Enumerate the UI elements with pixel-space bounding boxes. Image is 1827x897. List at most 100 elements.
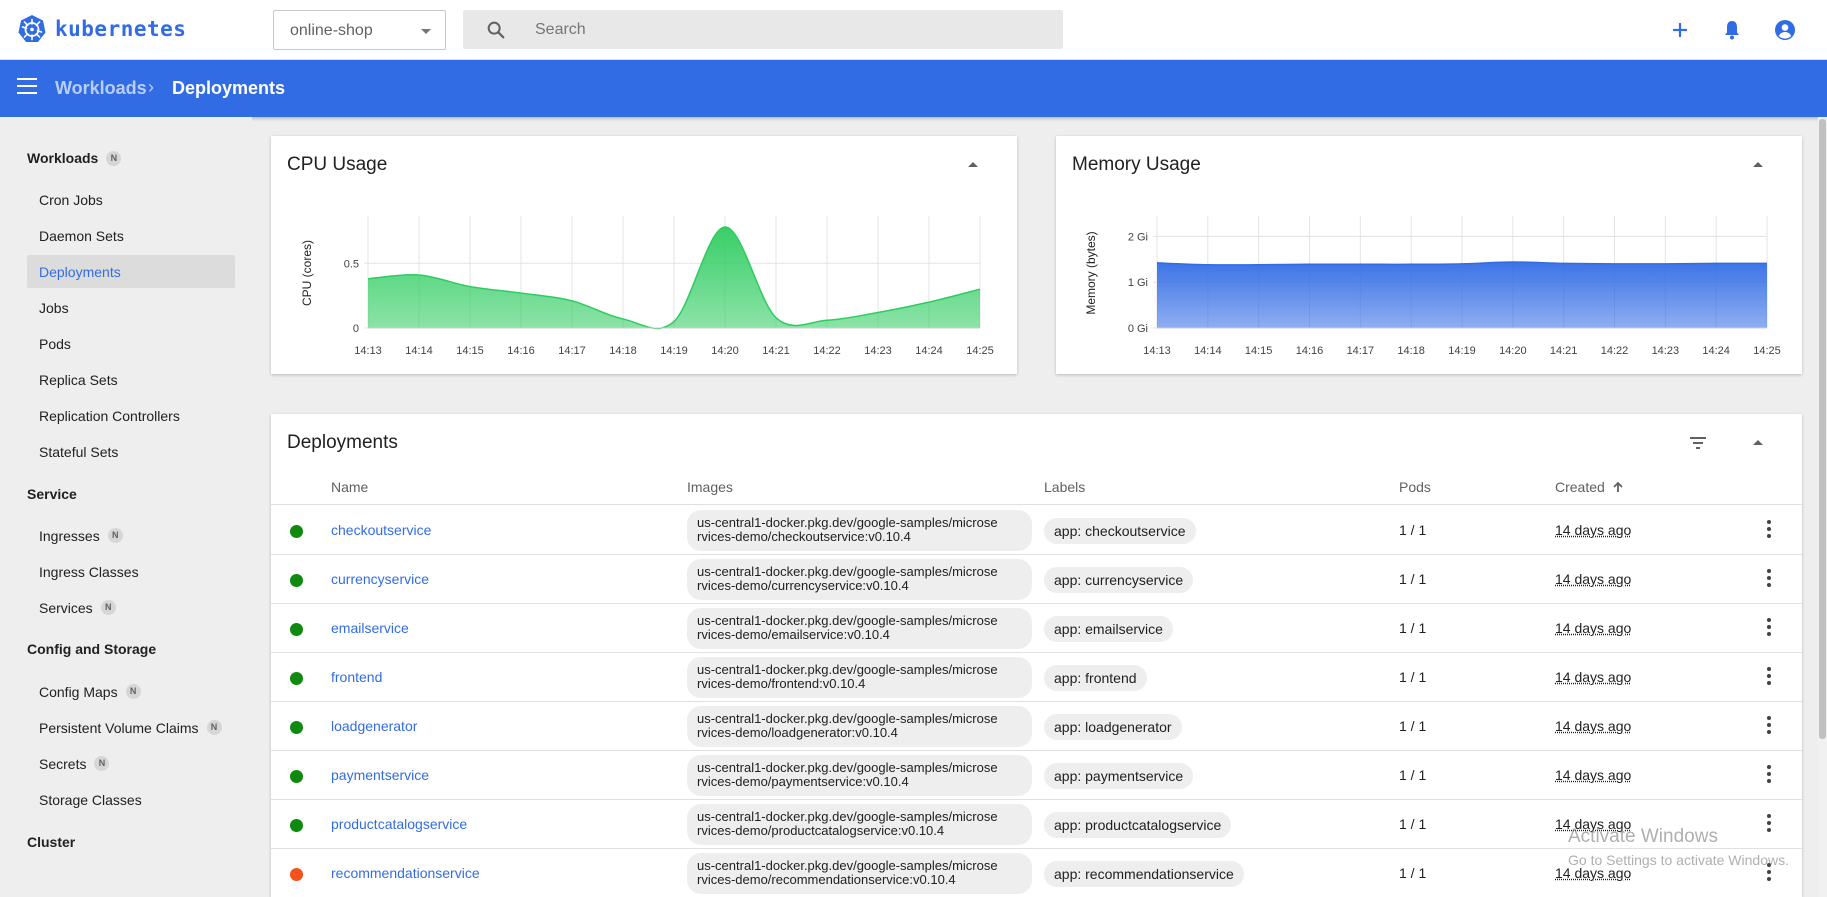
filter-icon[interactable] [1688, 433, 1708, 453]
sidebar-item-storage-classes[interactable]: Storage Classes [27, 783, 235, 816]
sidebar-section-workloads[interactable]: Workloads N [27, 150, 122, 166]
namespace-value: online-shop [290, 22, 373, 39]
pods-count: 1 / 1 [1399, 865, 1427, 881]
deployment-name-link[interactable]: currencyservice [331, 571, 429, 587]
x-tick-label: 14:13 [1143, 345, 1171, 357]
table-row[interactable]: currencyservice us-central1-docker.pkg.de… [271, 555, 1802, 604]
cpu-usage-card: CPU Usage 14:13 14:14 14:15 14:16 14:17 14:18… [271, 136, 1017, 374]
table-row[interactable]: paymentservice us-central1-docker.pkg.dev… [271, 751, 1802, 800]
page-scrollbar[interactable] [1818, 117, 1827, 897]
more-vert-icon[interactable] [1765, 520, 1773, 540]
pods-count: 1 / 1 [1399, 669, 1427, 685]
sidebar-section-config-storage[interactable]: Config and Storage [27, 641, 156, 657]
column-name[interactable]: Name [331, 479, 368, 495]
account-circle-icon[interactable] [1773, 18, 1797, 42]
x-tick-label: 14:19 [660, 345, 688, 357]
image-chip: us-central1-docker.pkg.dev/google-sample… [687, 510, 1032, 551]
sidebar-item-config-maps[interactable]: Config Maps N [27, 675, 235, 708]
more-vert-icon[interactable] [1765, 618, 1773, 638]
x-tick-label: 14:13 [354, 345, 382, 357]
status-icon [290, 770, 303, 783]
deployment-name-link[interactable]: checkoutservice [331, 522, 431, 538]
sidebar-item-cron-jobs[interactable]: Cron Jobs [27, 183, 235, 216]
x-tick-label: 14:16 [507, 345, 535, 357]
x-tick-label: 14:23 [864, 345, 892, 357]
deployment-name-link[interactable]: recommendationservice [331, 865, 480, 881]
x-tick-label: 14:14 [1194, 345, 1222, 357]
sidebar-item-daemon-sets[interactable]: Daemon Sets [27, 219, 235, 252]
sidebar-item-pods[interactable]: Pods [27, 327, 235, 360]
namespaced-badge: N [106, 150, 122, 166]
table-row[interactable]: loadgenerator us-central1-docker.pkg.dev/… [271, 702, 1802, 751]
app-logo[interactable]: kubernetes [17, 14, 186, 44]
more-vert-icon[interactable] [1765, 569, 1773, 589]
status-icon [290, 819, 303, 832]
x-tick-label: 14:24 [915, 345, 943, 357]
column-images: Images [687, 479, 733, 495]
sidebar-item-ingresses[interactable]: Ingresses N [27, 519, 235, 552]
search-icon [487, 21, 505, 39]
table-row[interactable]: checkoutservice us-central1-docker.pkg.de… [271, 506, 1802, 555]
search-bar[interactable] [463, 10, 1063, 49]
search-input[interactable] [535, 10, 1035, 49]
deployment-name-link[interactable]: emailservice [331, 620, 409, 636]
more-vert-icon[interactable] [1765, 765, 1773, 785]
sidebar-item-replication-controllers[interactable]: Replication Controllers [27, 399, 235, 432]
section-label: Workloads [27, 150, 99, 166]
x-tick-label: 14:18 [1397, 345, 1425, 357]
breadcrumb-workloads[interactable]: Workloads [55, 78, 147, 99]
x-tick-label: 14:20 [1499, 345, 1527, 357]
sort-ascending-icon [1613, 481, 1623, 492]
deployment-name-link[interactable]: loadgenerator [331, 718, 417, 734]
sidebar-item-secrets[interactable]: Secrets N [27, 747, 235, 780]
scrollbar-thumb[interactable] [1819, 119, 1826, 739]
deployments-card-title: Deployments [287, 432, 398, 453]
sidebar-section-cluster[interactable]: Cluster [27, 834, 75, 850]
sidebar-item-services[interactable]: Services N [27, 591, 235, 624]
top-bar: kubernetes online-shop [0, 0, 1827, 60]
plus-icon[interactable] [1668, 18, 1692, 42]
y-tick-label: 0.5 [344, 258, 359, 270]
sidebar-item-replica-sets[interactable]: Replica Sets [27, 363, 235, 396]
created-age: 14 days ago [1555, 718, 1632, 734]
deployment-name-link[interactable]: frontend [331, 669, 382, 685]
image-chip: us-central1-docker.pkg.dev/google-sample… [687, 706, 1032, 747]
deployment-name-link[interactable]: paymentservice [331, 767, 429, 783]
collapse-icon[interactable] [1753, 440, 1763, 445]
y-tick-label: 2 Gi [1128, 231, 1148, 243]
more-vert-icon[interactable] [1765, 716, 1773, 736]
label-chip: app: emailservice [1044, 616, 1173, 642]
x-tick-label: 14:19 [1448, 345, 1476, 357]
x-tick-label: 14:16 [1296, 345, 1324, 357]
menu-icon[interactable] [17, 78, 37, 98]
x-tick-label: 14:22 [813, 345, 841, 357]
pods-count: 1 / 1 [1399, 522, 1427, 538]
watermark-subtitle: Go to Settings to activate Windows. [1568, 852, 1789, 868]
sidebar-item-deployments[interactable]: Deployments [27, 255, 235, 288]
column-created[interactable]: Created [1555, 479, 1624, 495]
status-icon [290, 574, 303, 587]
bell-icon[interactable] [1720, 18, 1744, 42]
image-chip: us-central1-docker.pkg.dev/google-sample… [687, 657, 1032, 698]
namespace-select[interactable]: online-shop [273, 10, 446, 50]
sidebar-item-persistent-volume-claims[interactable]: Persistent Volume Claims N [27, 711, 235, 744]
sidebar-section-service[interactable]: Service [27, 486, 77, 502]
more-vert-icon[interactable] [1765, 667, 1773, 687]
table-row[interactable]: frontend us-central1-docker.pkg.dev/googl… [271, 653, 1802, 702]
section-label: Service [27, 486, 77, 502]
deployment-name-link[interactable]: productcatalogservice [331, 816, 467, 832]
sidebar-item-ingress-classes[interactable]: Ingress Classes [27, 555, 235, 588]
namespaced-badge: N [94, 756, 110, 771]
x-tick-label: 14:15 [1245, 345, 1273, 357]
created-age: 14 days ago [1555, 571, 1632, 587]
label-chip: app: productcatalogservice [1044, 812, 1232, 838]
deployments-card: Deployments Name Images Labels Pods Crea… [271, 414, 1802, 897]
sidebar-item-stateful-sets[interactable]: Stateful Sets [27, 435, 235, 468]
image-chip: us-central1-docker.pkg.dev/google-sample… [687, 608, 1032, 649]
created-age: 14 days ago [1555, 522, 1632, 538]
x-tick-label: 14:21 [1550, 345, 1578, 357]
table-row[interactable]: emailservice us-central1-docker.pkg.dev/g… [271, 604, 1802, 653]
sidebar-item-jobs[interactable]: Jobs [27, 291, 235, 324]
x-tick-label: 14:15 [456, 345, 484, 357]
x-tick-label: 14:25 [966, 345, 994, 357]
